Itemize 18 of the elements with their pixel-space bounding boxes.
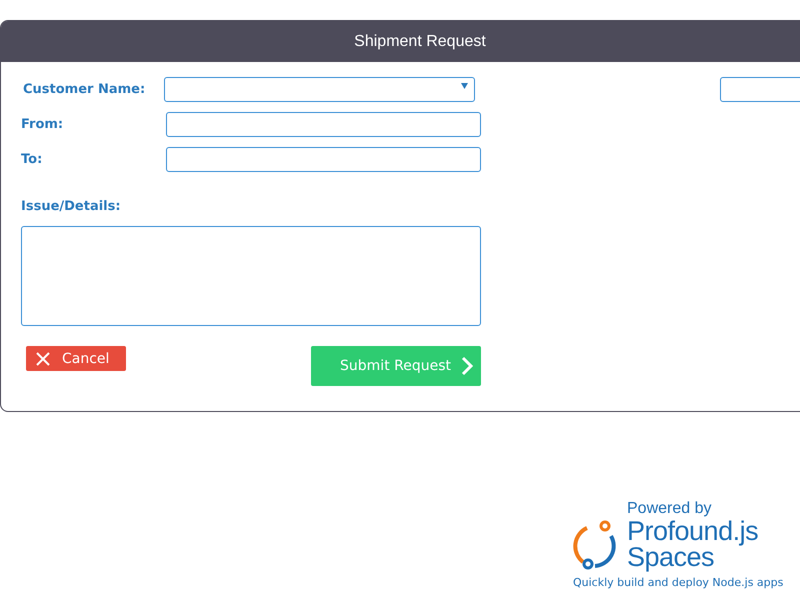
cancel-button[interactable]: Cancel <box>26 346 126 371</box>
input-field[interactable] <box>166 147 481 172</box>
customer-select[interactable] <box>164 77 476 102</box>
chevron-right-icon <box>461 356 473 376</box>
field-label: To: <box>21 152 44 167</box>
input-field[interactable] <box>166 112 481 137</box>
logo-text: Spaces <box>627 544 714 570</box>
submit-button[interactable]: Submit Request <box>311 346 481 386</box>
tagline: Quickly build and deploy Node.js apps <box>573 576 784 589</box>
dialog-title: Shipment Request <box>354 32 486 50</box>
field-label: Customer Name: <box>22 82 146 97</box>
field-label: From: <box>21 117 64 132</box>
field-label: Issue/Details: <box>21 199 122 214</box>
logo-text: Powered by <box>627 500 712 518</box>
close-icon <box>36 352 50 366</box>
caret-icon <box>461 83 468 89</box>
logo-text: Profound.js <box>627 518 758 544</box>
details-textarea[interactable] <box>21 226 481 326</box>
